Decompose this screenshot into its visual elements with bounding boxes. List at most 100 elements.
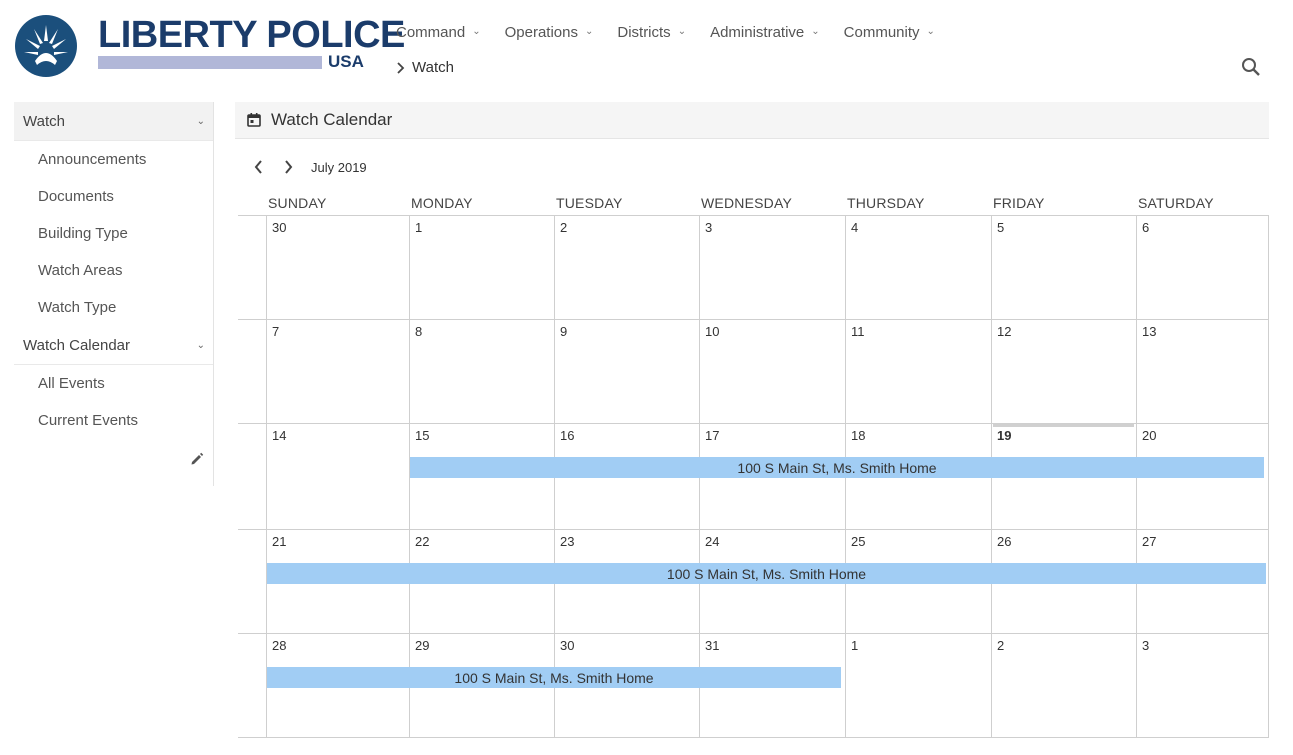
nav-label: Operations <box>504 23 578 41</box>
calendar-day-cell[interactable] <box>555 320 699 423</box>
day-number: 28 <box>272 638 287 653</box>
nav-districts[interactable]: Districts ⌄ <box>617 20 686 44</box>
day-number: 3 <box>705 220 713 235</box>
chevron-down-icon: ⌄ <box>584 25 594 37</box>
breadcrumb-current[interactable]: Watch <box>412 59 454 76</box>
sidebar-item-all-events[interactable]: All Events <box>14 365 213 402</box>
calendar-day-cell[interactable] <box>267 424 409 529</box>
brand-title: LIBERTY POLICE <box>98 14 405 56</box>
logo-badge[interactable] <box>15 15 77 77</box>
calendar-day-cell[interactable] <box>410 320 554 423</box>
day-number: 6 <box>1142 220 1150 235</box>
chevron-down-icon: ⌄ <box>926 25 935 37</box>
calendar-day-cell[interactable] <box>992 320 1136 423</box>
day-number: 21 <box>272 534 287 549</box>
calendar-day-cell[interactable] <box>700 320 845 423</box>
nav-label: Administrative <box>710 23 805 41</box>
calendar-day-cell[interactable] <box>555 216 699 319</box>
day-number: 30 <box>560 638 575 653</box>
calendar-day-cell[interactable] <box>1137 216 1268 319</box>
sidebar-item-current-events[interactable]: Current Events <box>14 402 213 439</box>
sidebar-section-label: Watch Calendar <box>23 336 130 354</box>
day-number: 29 <box>415 638 430 653</box>
day-number: 1 <box>851 638 859 653</box>
weekday-header: SATURDAY <box>1138 195 1214 211</box>
sidebar-item-building-type[interactable]: Building Type <box>14 215 213 252</box>
calendar-day-cell[interactable] <box>410 216 554 319</box>
day-number: 18 <box>851 428 866 443</box>
chevron-right-icon <box>285 160 293 174</box>
calendar-day-cell[interactable] <box>267 216 409 319</box>
calendar-day-cell[interactable] <box>846 216 991 319</box>
today-indicator <box>993 424 1134 427</box>
day-number: 24 <box>705 534 720 549</box>
day-number: 15 <box>415 428 430 443</box>
sidebar-item-watch-areas[interactable]: Watch Areas <box>14 252 213 289</box>
weekday-header: WEDNESDAY <box>701 195 792 211</box>
day-number: 2 <box>560 220 568 235</box>
prev-month-button[interactable] <box>251 159 267 175</box>
day-number: 31 <box>705 638 720 653</box>
day-number: 2 <box>997 638 1005 653</box>
chevron-down-icon: ⌄ <box>472 25 481 37</box>
day-number: 8 <box>415 324 423 339</box>
sidebar-section-label: Watch <box>23 112 65 130</box>
brand-subtitle: USA <box>328 52 364 71</box>
panel-header: Watch Calendar <box>235 102 1269 139</box>
nav-label: Districts <box>617 23 671 41</box>
month-label: July 2019 <box>311 159 367 175</box>
weekday-header: MONDAY <box>411 195 473 211</box>
sidebar-item-documents[interactable]: Documents <box>14 178 213 215</box>
calendar-day-cell[interactable] <box>1137 634 1268 737</box>
chevron-down-icon: ⌄ <box>196 339 205 351</box>
nav-command[interactable]: Command ⌄ <box>396 20 481 44</box>
day-number: 11 <box>851 324 865 339</box>
day-number: 22 <box>415 534 430 549</box>
calendar-day-cell[interactable] <box>992 216 1136 319</box>
weekday-header: SUNDAY <box>268 195 327 211</box>
calendar-icon <box>247 113 261 127</box>
calendar-day-cell[interactable] <box>267 320 409 423</box>
calendar-navigation: July 2019 <box>251 156 367 178</box>
day-number: 3 <box>1142 638 1150 653</box>
next-month-button[interactable] <box>280 159 296 175</box>
calendar-day-cell[interactable] <box>992 634 1136 737</box>
calendar-day-cell[interactable] <box>700 216 845 319</box>
calendar-day-cell[interactable] <box>1137 320 1268 423</box>
nav-label: Command <box>396 23 466 41</box>
pencil-icon[interactable] <box>190 452 204 466</box>
weekday-header: FRIDAY <box>993 195 1045 211</box>
sidebar-item-watch-type[interactable]: Watch Type <box>14 289 213 326</box>
sidebar-section-watch[interactable]: Watch ⌄ <box>14 102 213 140</box>
day-number: 26 <box>997 534 1012 549</box>
day-number: 10 <box>705 324 720 339</box>
calendar-event[interactable]: 100 S Main St, Ms. Smith Home <box>267 563 1266 584</box>
day-number: 12 <box>997 324 1012 339</box>
day-number: 25 <box>851 534 866 549</box>
grid-line <box>1268 215 1269 737</box>
sidebar-item-announcements[interactable]: Announcements <box>14 141 213 178</box>
sidebar-section-watch-calendar[interactable]: Watch Calendar ⌄ <box>14 326 213 364</box>
calendar-grid: 30 1 2 3 4 5 6 7 8 9 10 11 12 13 14 15 16 17 18 19 20 21 22 23 2… <box>238 215 1269 738</box>
day-number: 1 <box>415 220 423 235</box>
day-number: 17 <box>705 428 720 443</box>
nav-administrative[interactable]: Administrative ⌄ <box>710 20 820 44</box>
calendar-day-cell[interactable] <box>846 634 991 737</box>
calendar-event[interactable]: 100 S Main St, Ms. Smith Home <box>410 457 1264 478</box>
weekday-header: THURSDAY <box>847 195 925 211</box>
search-icon[interactable] <box>1240 56 1262 78</box>
day-number: 27 <box>1142 534 1157 549</box>
day-number: 5 <box>997 220 1005 235</box>
day-number: 13 <box>1142 324 1157 339</box>
calendar-event[interactable]: 100 S Main St, Ms. Smith Home <box>267 667 841 688</box>
grid-line <box>238 737 1269 738</box>
day-number: 14 <box>272 428 287 443</box>
breadcrumb: Watch <box>396 59 454 76</box>
brand-underline-bar <box>98 56 322 69</box>
calendar-day-cell[interactable] <box>846 320 991 423</box>
statue-of-liberty-crown-icon <box>24 25 68 65</box>
nav-community[interactable]: Community ⌄ <box>844 20 935 44</box>
chevron-down-icon: ⌄ <box>677 25 687 37</box>
day-number: 30 <box>272 220 287 235</box>
nav-operations[interactable]: Operations ⌄ <box>505 20 594 44</box>
